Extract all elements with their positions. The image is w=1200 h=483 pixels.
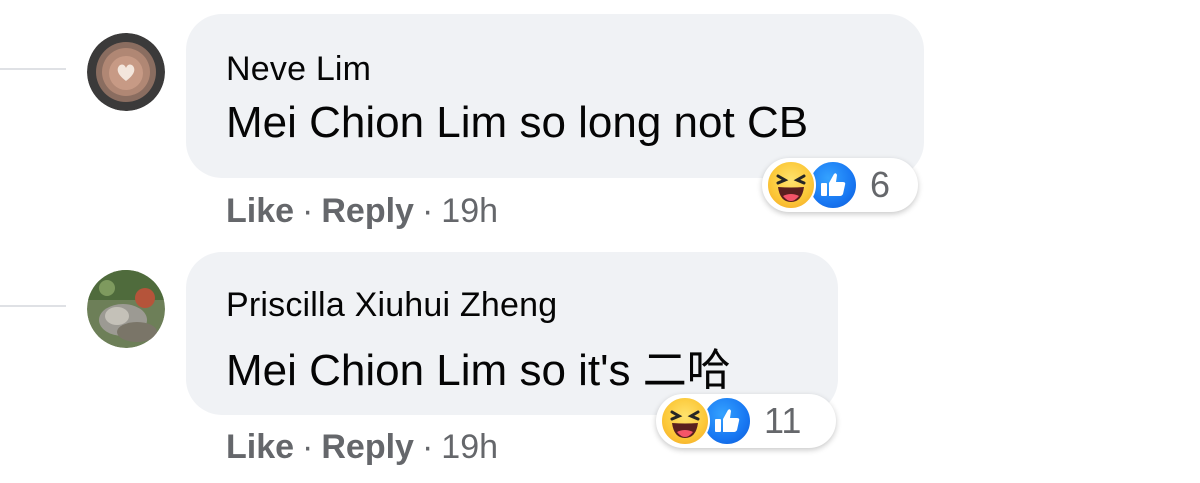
like-button[interactable]: Like [226, 428, 294, 467]
avatar-image [87, 270, 165, 348]
comment-body: so it's 二哈 [519, 346, 731, 395]
like-button[interactable]: Like [226, 192, 294, 231]
reaction-count: 6 [870, 164, 891, 205]
thread-line [0, 68, 66, 70]
avatar-image [87, 33, 165, 111]
comment-actions: Like · Reply · 19h [226, 428, 498, 467]
comment-text: Mei Chion Lim so long not CB [226, 98, 808, 148]
reply-button[interactable]: Reply [321, 192, 414, 231]
separator: · [302, 192, 314, 230]
separator: · [421, 192, 434, 230]
comment-author[interactable]: Priscilla Xiuhui Zheng [226, 286, 557, 325]
comment-actions: Like · Reply · 19h [226, 192, 498, 231]
comment-author[interactable]: Neve Lim [226, 50, 371, 89]
thread-line [0, 305, 66, 307]
comment-text: Mei Chion Lim so it's 二哈 [226, 334, 731, 398]
mention-link[interactable]: Mei Chion Lim [226, 98, 507, 147]
timestamp[interactable]: 19h [441, 192, 498, 231]
reply-button[interactable]: Reply [321, 428, 414, 467]
reaction-summary[interactable]: 11 [656, 394, 836, 448]
comment-bubble: Neve Lim Mei Chion Lim so long not CB [186, 14, 924, 178]
mention-link[interactable]: Mei Chion Lim [226, 346, 507, 395]
comment-bubble: Priscilla Xiuhui Zheng Mei Chion Lim so … [186, 252, 838, 415]
reaction-summary[interactable]: 6 [762, 158, 918, 212]
haha-icon [660, 396, 710, 446]
reaction-count: 11 [764, 400, 802, 441]
avatar[interactable] [87, 33, 165, 111]
separator: · [302, 428, 314, 466]
haha-icon [766, 160, 816, 210]
avatar[interactable] [87, 270, 165, 348]
separator: · [421, 428, 434, 466]
timestamp[interactable]: 19h [441, 428, 498, 467]
comment-body: so long not CB [519, 98, 809, 147]
